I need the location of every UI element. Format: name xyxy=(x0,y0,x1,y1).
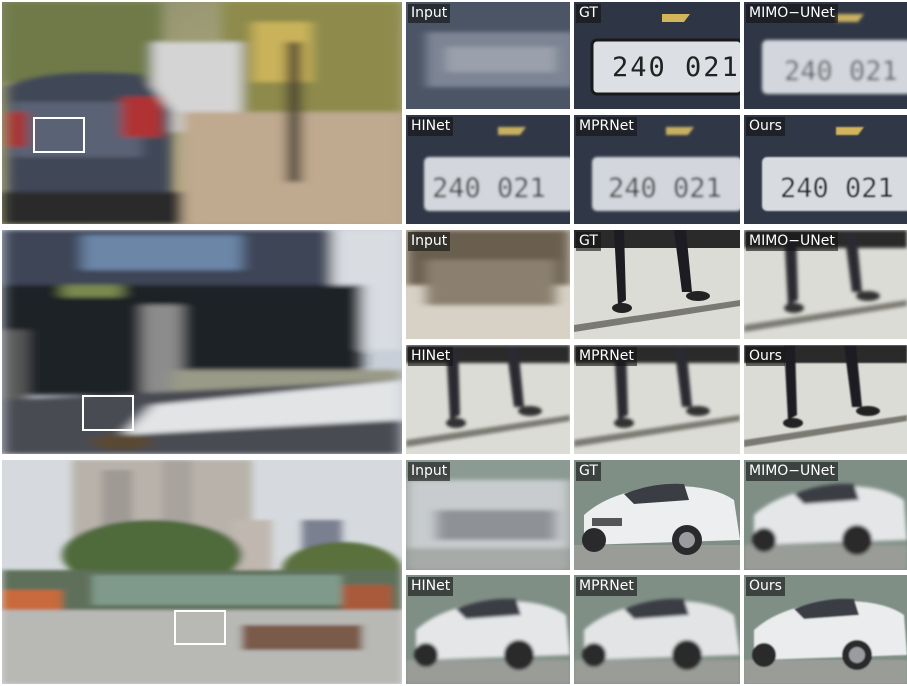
crop-gt: GT xyxy=(574,460,740,570)
method-label: Ours xyxy=(746,117,785,136)
method-label: MIMO−UNet xyxy=(746,232,838,251)
zoom-region-box xyxy=(82,395,134,431)
crop-mimo-unet: MIMO−UNet xyxy=(744,460,907,570)
scene-1-full-image xyxy=(2,2,402,224)
crop-hinet: HINet xyxy=(406,575,570,684)
svg-text:240 021: 240 021 xyxy=(608,173,722,204)
crop-mprnet: 240 021 MPRNet xyxy=(574,115,740,224)
method-label: Input xyxy=(408,4,451,23)
method-label: GT xyxy=(576,232,601,251)
crop-mimo-unet: MIMO−UNet xyxy=(744,230,907,339)
crop-input: Input xyxy=(406,2,570,109)
scene-3-full-image xyxy=(2,460,402,684)
svg-text:240 021: 240 021 xyxy=(780,173,894,204)
zoom-region-box xyxy=(33,117,85,153)
scene-2-full-image xyxy=(2,230,402,454)
svg-text:240 021: 240 021 xyxy=(432,173,546,204)
method-label: Ours xyxy=(746,577,785,596)
crop-hinet: HINet xyxy=(406,345,570,454)
method-label: GT xyxy=(576,462,601,481)
method-label: Input xyxy=(408,232,451,251)
method-label: HINet xyxy=(408,347,454,366)
method-label: Ours xyxy=(746,347,785,366)
crop-mprnet: MPRNet xyxy=(574,345,740,454)
method-label: HINet xyxy=(408,117,454,136)
crop-gt: 240 021 GT xyxy=(574,2,740,109)
crop-ours: Ours xyxy=(744,345,907,454)
crop-ours: 240 021 Ours xyxy=(744,115,907,224)
method-label: GT xyxy=(576,4,601,23)
method-label: Input xyxy=(408,462,451,481)
method-label: MIMO−UNet xyxy=(746,462,838,481)
crop-hinet: 240 021 HINet xyxy=(406,115,570,224)
crop-input: Input xyxy=(406,230,570,339)
method-label: MPRNet xyxy=(576,117,637,136)
method-label: HINet xyxy=(408,577,454,596)
method-label: MPRNet xyxy=(576,347,637,366)
crop-gt: GT xyxy=(574,230,740,339)
crop-ours: Ours xyxy=(744,575,907,684)
zoom-region-box xyxy=(174,610,226,645)
license-plate-text: 240 021 xyxy=(612,52,740,83)
method-label: MIMO−UNet xyxy=(746,4,838,23)
crop-input: Input xyxy=(406,460,570,570)
method-label: MPRNet xyxy=(576,577,637,596)
crop-mimo-unet: 240 021 MIMO−UNet xyxy=(744,2,907,109)
crop-mprnet: MPRNet xyxy=(574,575,740,684)
svg-text:240 021: 240 021 xyxy=(784,56,898,87)
